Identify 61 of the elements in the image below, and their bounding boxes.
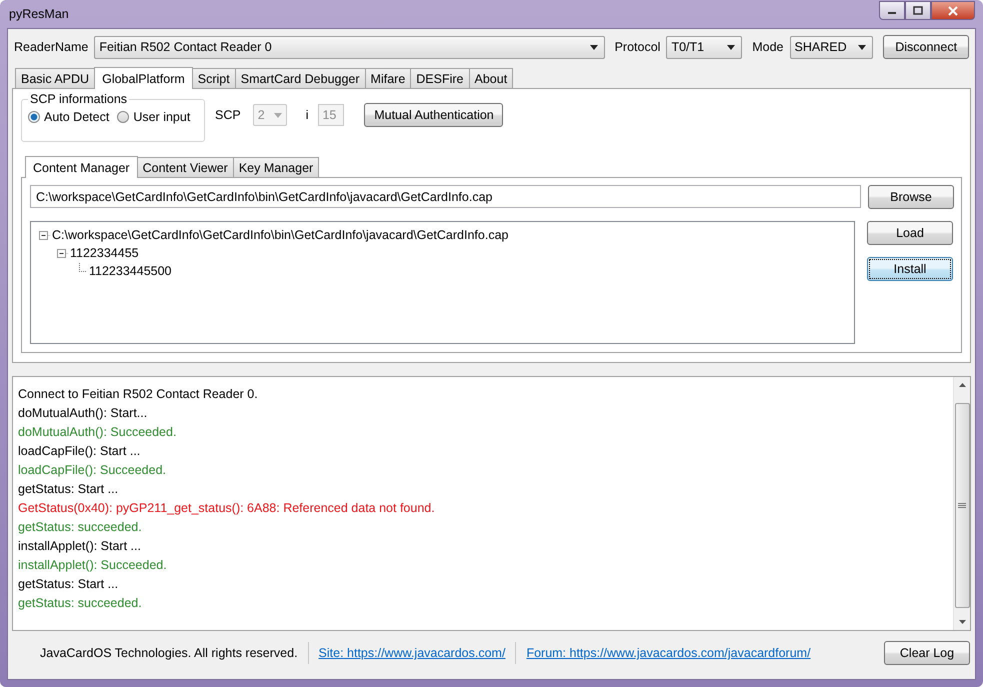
close-icon bbox=[947, 6, 959, 16]
log-line: doMutualAuth(): Start... bbox=[18, 405, 148, 422]
website-link[interactable]: Site: https://www.javacardos.com/ bbox=[318, 646, 506, 660]
install-button[interactable]: Install bbox=[867, 257, 953, 281]
mode-dropdown[interactable]: SHARED bbox=[790, 36, 874, 58]
radio-option[interactable]: Auto Detect bbox=[28, 110, 110, 124]
log-line: Connect to Feitian R502 Contact Reader 0. bbox=[18, 386, 259, 403]
cap-path-field[interactable]: C:\workspace\GetCardInfo\GetCardInfo\bin\GetCardInfo\javacard\GetCardInfo.cap bbox=[30, 185, 861, 208]
maximize-icon bbox=[913, 6, 923, 15]
tree-item[interactable]: 112233445500 bbox=[89, 264, 172, 278]
log-line: loadCapFile(): Start ... bbox=[18, 443, 142, 460]
protocol-label: Protocol bbox=[614, 40, 660, 54]
log-line: getStatus: Start ... bbox=[18, 576, 120, 593]
tab[interactable]: Key Manager bbox=[232, 157, 320, 177]
scrollbar-thumb[interactable] bbox=[954, 403, 970, 608]
caret-icon bbox=[274, 112, 282, 118]
tab[interactable]: DESFire bbox=[410, 68, 470, 88]
minimize-button[interactable] bbox=[879, 1, 905, 20]
tree-item[interactable]: C:\workspace\GetCardInfo\GetCardInfo\bin\GetCardInfo\javacard\GetCardInfo.cap bbox=[52, 228, 508, 242]
reader-dropdown[interactable]: Feitian R502 Contact Reader 0 bbox=[94, 36, 605, 58]
browse-button[interactable]: Browse bbox=[868, 185, 954, 209]
log-line: installApplet(): Start ... bbox=[18, 538, 142, 555]
load-button[interactable]: Load bbox=[867, 221, 953, 245]
window-title: pyResMan bbox=[9, 7, 69, 21]
copyright-text: JavaCardOS Technologies. All rights reserved. bbox=[40, 646, 298, 660]
clear-log-button[interactable]: Clear Log bbox=[884, 641, 970, 665]
group-title: SCP informations bbox=[29, 92, 128, 106]
grip-icon bbox=[958, 502, 966, 508]
mutual-authentication-button[interactable]: Mutual Authentication bbox=[364, 103, 504, 127]
log-line: getStatus: succeeded. bbox=[18, 595, 143, 612]
tree-connector-icon bbox=[79, 262, 87, 272]
maximize-button[interactable] bbox=[905, 1, 931, 20]
radio-option[interactable]: User input bbox=[117, 110, 190, 124]
tab[interactable]: About bbox=[468, 68, 514, 88]
log-line: doMutualAuth(): Succeeded. bbox=[18, 424, 178, 441]
log-line: GetStatus(0x40): pyGP211_get_status(): 6A88: Referenced data not found. bbox=[18, 500, 436, 517]
website-link[interactable]: Forum: https://www.javacardos.com/javacardforum/ bbox=[526, 646, 811, 660]
tree-item[interactable]: 1122334455 bbox=[70, 246, 139, 260]
reader-label: ReaderName bbox=[14, 40, 88, 54]
tab[interactable]: Script bbox=[192, 68, 236, 88]
tab[interactable]: Content Viewer bbox=[136, 157, 234, 177]
log-line: installApplet(): Succeeded. bbox=[18, 557, 168, 574]
tab[interactable]: SmartCard Debugger bbox=[234, 68, 366, 88]
i-label: i bbox=[306, 108, 308, 122]
protocol-dropdown[interactable]: T0/T1 bbox=[666, 36, 742, 58]
log-line: getStatus: Start ... bbox=[18, 481, 120, 498]
disconnect-button[interactable]: Disconnect bbox=[883, 35, 970, 59]
tab[interactable]: Basic APDU bbox=[15, 68, 96, 88]
log-line: getStatus: succeeded. bbox=[18, 519, 143, 536]
caret-icon bbox=[727, 44, 736, 50]
scp-label: SCP bbox=[215, 108, 241, 122]
mode-label: Mode bbox=[752, 40, 784, 54]
caret-icon bbox=[590, 44, 598, 50]
caret-icon bbox=[858, 44, 866, 50]
tab[interactable]: Content Manager bbox=[25, 156, 138, 178]
tab[interactable]: Mifare bbox=[364, 68, 412, 88]
log-line: loadCapFile(): Succeeded. bbox=[18, 462, 167, 479]
scrollbar[interactable] bbox=[953, 377, 970, 630]
tab[interactable]: GlobalPlatform bbox=[94, 67, 193, 89]
close-button[interactable] bbox=[931, 1, 975, 20]
tree-view[interactable]: C:\workspace\GetCardInfo\GetCardInfo\bin\GetCardInfo\javacard\GetCardInfo.cap 1122334455 112233445500 bbox=[30, 221, 855, 344]
